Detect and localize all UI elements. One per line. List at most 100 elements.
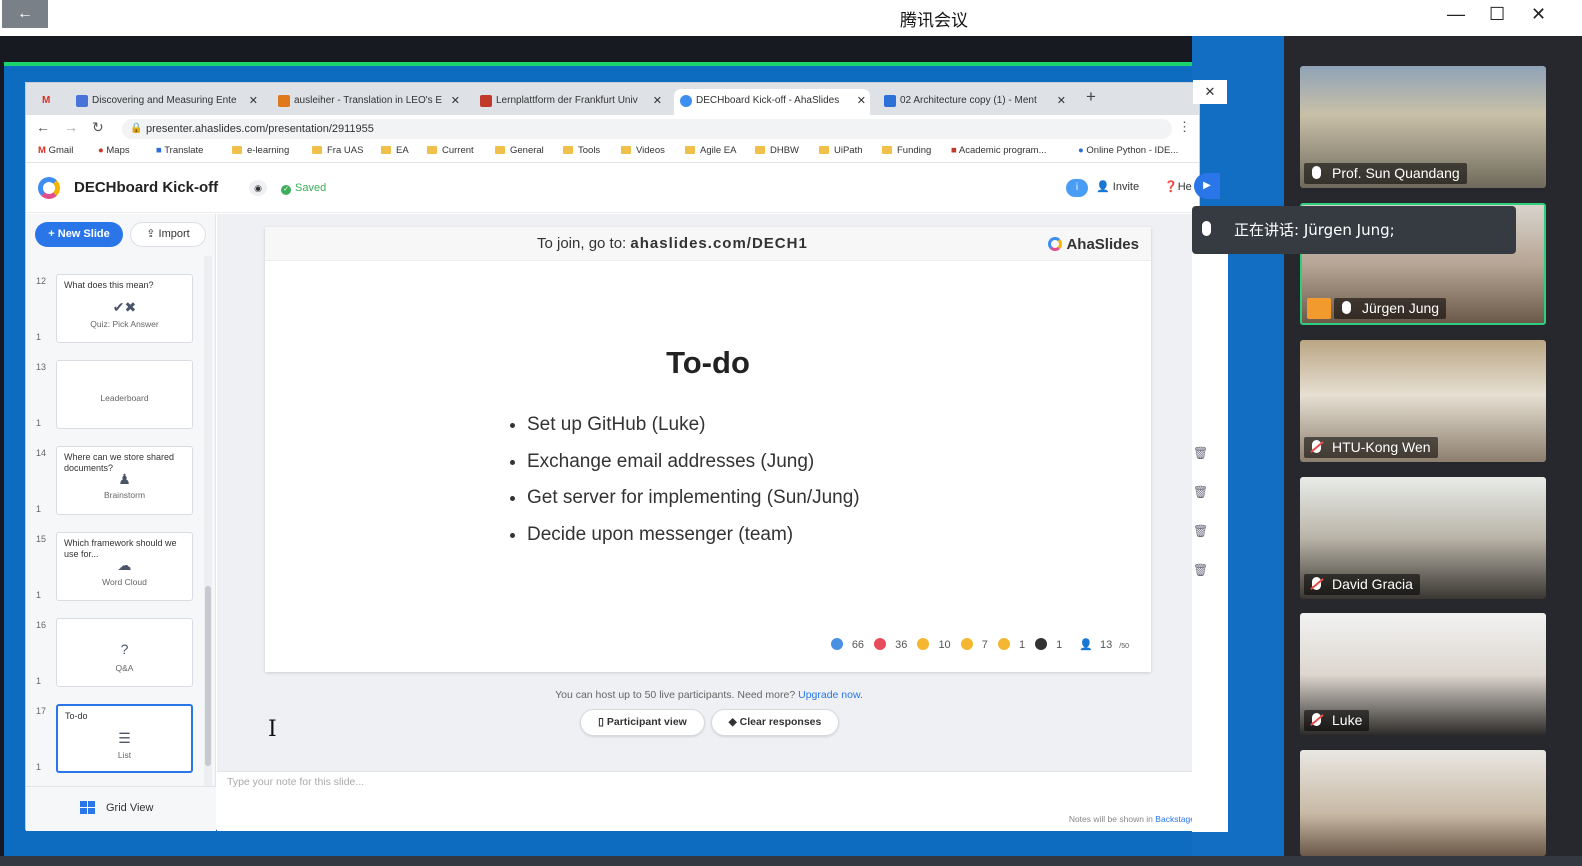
eye-icon[interactable]: ◉ (249, 180, 267, 196)
tab-close-icon[interactable]: ✕ (249, 89, 258, 113)
question-count: 1 (1035, 638, 1062, 651)
video-tile[interactable]: Luke (1300, 613, 1546, 735)
trash-icon[interactable]: 🗑 (1193, 563, 1208, 577)
ahaslides-icon (680, 95, 692, 107)
trash-icon[interactable]: 🗑 (1193, 485, 1208, 499)
forward-icon[interactable]: → (64, 119, 78, 135)
video-tile[interactable] (1300, 750, 1546, 856)
minimize-icon[interactable]: — (1447, 4, 1465, 25)
bottom-strip (0, 856, 1582, 866)
notes-area[interactable]: Type your note for this slide... Notes w… (217, 771, 1201, 831)
tab-bar: M Discovering and Measuring Ente ✕ auslei… (26, 83, 1199, 115)
participant-view-button[interactable]: ▯ Participant view (580, 709, 705, 736)
tab-lernplattform[interactable]: Lernplattform der Frankfurt Univ ✕ (474, 89, 666, 115)
tab-close-icon[interactable]: ✕ (653, 89, 662, 113)
ahaslides-logo-icon[interactable] (38, 177, 60, 199)
slide-title: To-do (65, 711, 88, 721)
bookmarks-bar: M Gmail ● Maps ■ Translate e-learning Fr… (26, 141, 1199, 163)
slide-thumbnail[interactable]: Which framework should we use for... ☁ W… (56, 532, 193, 601)
slide-thumbnail[interactable]: Where can we store shared documents? ♟ B… (56, 446, 193, 515)
slide-preview[interactable]: To join, go to: ahaslides.com/DECH1 AhaS… (265, 227, 1151, 672)
back-arrow-icon[interactable]: ← (2, 0, 48, 28)
bookmark-folder[interactable]: Videos (621, 145, 665, 156)
browser-menu-icon[interactable]: ⋮ (1178, 119, 1191, 135)
bookmark-folder[interactable]: e-learning (232, 145, 289, 156)
bookmark-folder[interactable]: Fra UAS (312, 145, 363, 156)
backstage-link[interactable]: Backstage (1155, 814, 1195, 824)
slide-thumbnail[interactable]: What does this mean? ✔✖ Quiz: Pick Answe… (56, 274, 193, 343)
help-button[interactable]: ❓He (1164, 180, 1192, 193)
tab-close-icon[interactable]: ✕ (857, 89, 866, 113)
bookmark-translate[interactable]: ■ Translate (156, 145, 203, 156)
reload-icon[interactable]: ↻ (92, 119, 104, 136)
bookmark-folder[interactable]: Agile EA (685, 145, 736, 156)
list-item: Set up GitHub (Luke) (527, 407, 860, 444)
bookmark-academic[interactable]: ■ Academic program... (951, 145, 1047, 156)
bookmark-folder[interactable]: Current (427, 145, 474, 156)
participant-name-tag: Jürgen Jung (1334, 298, 1447, 319)
microphone-muted-icon (1312, 577, 1321, 590)
clear-responses-button[interactable]: ◆ Clear responses (711, 709, 839, 736)
slide-type: Leaderboard (100, 393, 149, 403)
tab-close-icon[interactable]: ✕ (1057, 89, 1066, 113)
trash-icon[interactable]: 🗑 (1193, 446, 1208, 460)
url-field[interactable]: 🔒 presenter.ahaslides.com/presentation/29… (122, 119, 1172, 139)
slide-number: 13 (36, 362, 47, 372)
laugh-icon (917, 638, 930, 650)
cloud-icon: ☁ (117, 557, 132, 573)
close-window-icon[interactable]: ✕ (1531, 4, 1546, 25)
video-tile[interactable]: Prof. Sun Quandang (1300, 66, 1546, 188)
maximize-icon[interactable]: ☐ (1489, 4, 1505, 25)
bookmark-folder[interactable]: General (495, 145, 544, 156)
present-button[interactable]: ▶ (1194, 173, 1220, 199)
lock-icon: 🔒 (130, 123, 143, 134)
reaction-counts: 66 36 10 7 1 1 👤 13/50 (824, 638, 1129, 651)
grid-view-button[interactable]: Grid View (26, 786, 216, 831)
brainstorm-icon: ♟ (118, 471, 131, 487)
import-button[interactable]: ⇪ Import (130, 222, 206, 247)
bookmark-folder[interactable]: Tools (563, 145, 600, 156)
trash-icon[interactable]: 🗑 (1193, 524, 1208, 538)
notes-input[interactable]: Type your note for this slide... (227, 776, 364, 788)
question-icon: ❓ (1164, 181, 1178, 193)
bookmark-python[interactable]: ● Online Python - IDE... (1078, 145, 1178, 156)
tab-close-icon[interactable]: ✕ (451, 89, 460, 113)
presentation-title[interactable]: DECHboard Kick-off (74, 179, 218, 196)
sad-reaction: 1 (997, 638, 1025, 651)
bookmark-folder[interactable]: UiPath (819, 145, 863, 156)
new-slide-button[interactable]: + New Slide (35, 222, 123, 247)
bookmark-folder[interactable]: DHBW (755, 145, 799, 156)
close-panel-icon[interactable]: ✕ (1193, 80, 1227, 104)
slide-list-scrollbar[interactable] (204, 256, 212, 786)
saved-status: ✓ Saved (281, 182, 326, 195)
tab-gmail[interactable]: M (36, 89, 56, 115)
tab-mentimeter[interactable]: 02 Architecture copy (1) - Ment ✕ (878, 89, 1070, 115)
tab-leo[interactable]: ausleiher - Translation in LEO's E ✕ (272, 89, 464, 115)
invite-button[interactable]: 👤 Invite (1096, 180, 1139, 193)
bookmark-gmail[interactable]: M Gmail (38, 145, 73, 156)
scrollbar-thumb[interactable] (205, 586, 211, 766)
slide-thumbnail[interactable]: ? Q&A (56, 618, 193, 687)
video-tile[interactable]: David Gracia (1300, 477, 1546, 599)
like-reaction: 66 (830, 638, 864, 651)
tab-discovering[interactable]: Discovering and Measuring Ente ✕ (70, 89, 262, 115)
back-icon[interactable]: ← (36, 119, 50, 135)
thumbs-up-icon (830, 638, 843, 650)
info-icon[interactable]: i (1066, 179, 1088, 197)
slide-thumbnail[interactable]: Leaderboard (56, 360, 193, 429)
new-tab-icon[interactable]: + (1086, 87, 1096, 107)
bookmark-folder[interactable]: EA (381, 145, 409, 156)
text-cursor-icon: I (268, 717, 277, 742)
upgrade-link[interactable]: Upgrade now. (798, 689, 863, 701)
slide-number: 14 (36, 448, 47, 458)
video-tile[interactable]: HTU-Kong Wen (1300, 340, 1546, 462)
question-icon (1035, 638, 1048, 650)
meeting-title-bar: ← 腾讯会议 — ☐ ✕ (0, 0, 1582, 36)
tab-ahaslides[interactable]: DECHboard Kick-off - AhaSlides ✕ (674, 89, 870, 115)
bookmark-folder[interactable]: Funding (882, 145, 931, 156)
bookmark-maps[interactable]: ● Maps (98, 145, 130, 156)
slide-thumbnail-selected[interactable]: To-do ☰ List (56, 704, 193, 773)
list-icon: ☰ (118, 730, 131, 746)
slide-heading: To-do (666, 345, 750, 380)
address-bar: ← → ↻ 🔒 presenter.ahaslides.com/presentat… (26, 115, 1199, 141)
